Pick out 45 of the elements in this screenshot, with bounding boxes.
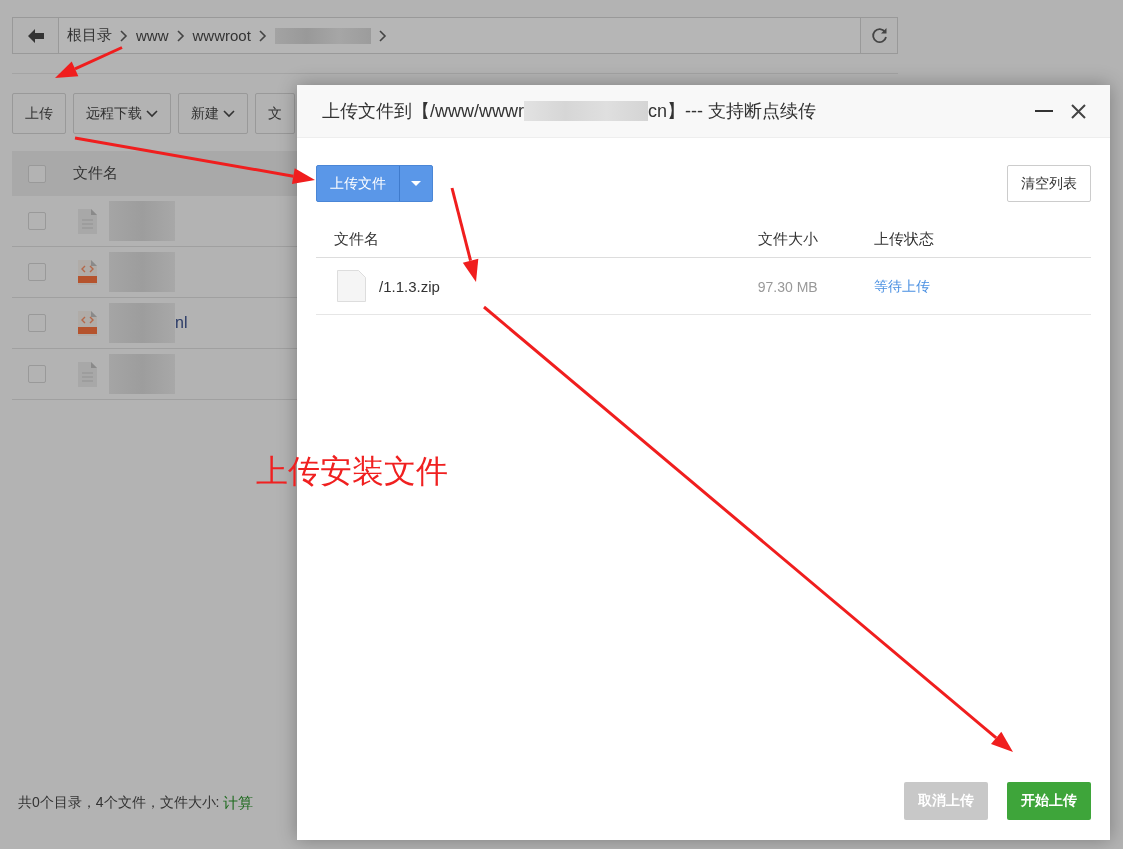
calculate-link[interactable]: 计算 [223,794,254,813]
column-header: 文件名 [73,164,118,183]
file-size: 97.30 MB [757,278,818,295]
annotation-text: 上传安装文件 [256,452,448,491]
toolbar-button[interactable]: 文 [255,93,295,134]
toolbar-button[interactable]: 上传 [12,93,66,134]
dialog-title: 上传文件到【/www/wwwr [322,100,524,123]
column-header: 文件大小 [757,229,818,247]
arrow [55,46,123,78]
html-file-icon [78,310,97,336]
refresh-icon [870,27,888,44]
chevron-down-icon [146,109,158,118]
summary-text: 共0个目录，4个文件，文件大小: [18,794,220,812]
select-all-checkbox[interactable] [28,164,46,183]
caret-icon [411,181,421,186]
breadcrumb-item[interactable]: www [136,27,169,44]
chevron-right-icon [176,29,185,42]
chevron-right-icon [258,29,267,42]
row-checkbox[interactable] [28,365,46,383]
column-header: 上传状态 [874,229,934,247]
row-checkbox[interactable] [28,314,46,332]
file-icon [337,270,366,302]
minimize-icon [1035,110,1053,112]
dialog-title: cn】--- 支持断点续传 [648,100,816,123]
row-checkbox[interactable] [28,212,46,230]
document-icon [78,361,97,387]
chevron-down-icon [223,109,235,118]
column-header: 文件名 [333,229,379,247]
chevron-right-icon [120,29,128,42]
breadcrumb-item[interactable]: wwwroot [192,27,251,44]
chevron-right-icon [378,29,387,42]
minimize-button[interactable] [1035,110,1053,112]
file-name[interactable]: nl [175,314,188,332]
upload-status: 等待上传 [874,277,930,294]
row-checkbox[interactable] [28,263,46,281]
file-name: /1.1.3.zip [379,277,440,295]
breadcrumb-item[interactable]: 根目录 [67,26,112,45]
toolbar-button[interactable]: 远程下载 [73,93,171,134]
document-icon [78,208,97,234]
html-file-icon [78,259,97,285]
back-arrow-icon [27,28,44,43]
clear-list-button[interactable]: 清空列表 [1007,165,1091,202]
close-icon [1071,103,1086,119]
close-button[interactable] [1071,103,1086,119]
toolbar-button[interactable]: 新建 [178,93,248,134]
